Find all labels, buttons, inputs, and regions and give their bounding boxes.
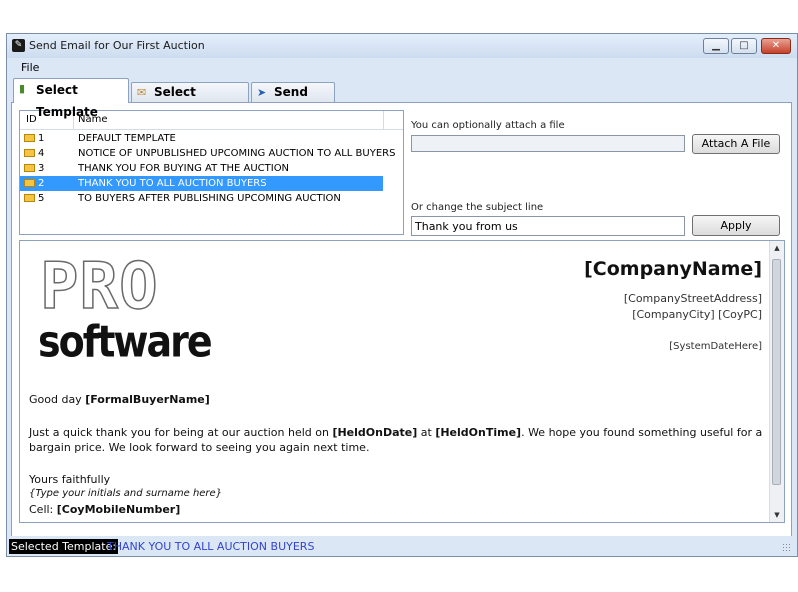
apply-button[interactable]: Apply	[692, 215, 780, 236]
list-item[interactable]: 3 THANK YOU FOR BUYING AT THE AUCTION	[20, 161, 403, 176]
resize-grip-icon[interactable]	[782, 543, 791, 552]
cell-line: Cell: [CoyMobileNumber]	[29, 503, 180, 516]
tab-send-mail[interactable]: ➤ Send Mail	[251, 82, 335, 118]
status-label: Selected Template:	[9, 539, 119, 554]
held-on-time-field: [HeldOnTime]	[435, 426, 522, 439]
attach-label: You can optionally attach a file	[411, 120, 565, 131]
row-id: 3	[38, 163, 45, 174]
row-name: THANK YOU TO ALL AUCTION BUYERS	[78, 178, 267, 189]
subject-input[interactable]: Thank you from us	[411, 216, 685, 236]
tab-select-recipients[interactable]: ✉ Select Recipients	[131, 82, 249, 118]
row-name: THANK YOU FOR BUYING AT THE AUCTION	[78, 163, 290, 174]
status-bar: Selected Template: THANK YOU TO ALL AUCT…	[7, 536, 797, 556]
row-id: 4	[38, 148, 45, 159]
logo-pro-text: PRO	[39, 249, 159, 325]
menu-file[interactable]: File	[21, 61, 39, 74]
list-item[interactable]: 5 TO BUYERS AFTER PUBLISHING UPCOMING AU…	[20, 191, 403, 206]
company-street: [CompanyStreetAddress]	[623, 292, 762, 305]
buyer-name-field: [FormalBuyerName]	[85, 393, 210, 406]
subject-label: Or change the subject line	[411, 202, 544, 213]
row-id: 1	[38, 133, 45, 144]
signature-hint: {Type your initials and surname here}	[29, 488, 223, 499]
envelope-icon	[24, 149, 35, 157]
envelope-icon	[24, 134, 35, 142]
maximize-button[interactable]: □	[731, 38, 757, 54]
paragraph-line-1: Just a quick thank you for being at our …	[29, 426, 762, 439]
envelope-icon	[24, 164, 35, 172]
people-icon: ✉	[137, 86, 147, 99]
company-name: [CompanyName]	[584, 258, 762, 280]
tab-label: Select Template	[36, 83, 98, 119]
app-icon: ✎	[12, 39, 25, 52]
row-name: NOTICE OF UNPUBLISHED UPCOMING AUCTION T…	[78, 148, 396, 159]
system-date: [SystemDateHere]	[669, 341, 762, 352]
list-item-selected[interactable]: 2 THANK YOU TO ALL AUCTION BUYERS	[20, 176, 383, 191]
row-id: 5	[38, 193, 45, 204]
attach-file-button[interactable]: Attach A File	[692, 134, 780, 154]
mobile-number-field: [CoyMobileNumber]	[56, 503, 181, 516]
scroll-down-icon[interactable]: ▼	[770, 508, 784, 522]
closing-text: Yours faithfully	[29, 473, 111, 486]
column-divider	[383, 111, 384, 129]
logo-software-text: software	[38, 316, 213, 367]
main-window: ✎ Send Email for Our First Auction ▁ □ ✕…	[6, 33, 798, 557]
tab-strip: ▮ Select Template ✉ Select Recipients ➤ …	[7, 78, 797, 119]
document-icon: ▮	[19, 82, 26, 95]
scroll-thumb[interactable]	[772, 259, 781, 485]
company-city: [CompanyCity] [CoyPC]	[632, 308, 762, 321]
status-selected-template: THANK YOU TO ALL AUCTION BUYERS	[107, 540, 315, 553]
greeting-text: Good day	[29, 393, 86, 406]
title-bar: ✎ Send Email for Our First Auction ▁ □ ✕	[7, 34, 797, 58]
menu-bar: File	[7, 58, 797, 78]
attach-file-field[interactable]	[411, 135, 685, 152]
row-name: TO BUYERS AFTER PUBLISHING UPCOMING AUCT…	[78, 193, 341, 204]
company-logo: PRO software	[38, 249, 213, 366]
tab-select-template[interactable]: ▮ Select Template	[13, 78, 129, 119]
close-button[interactable]: ✕	[761, 38, 791, 54]
held-on-date-field: [HeldOnDate]	[332, 426, 418, 439]
tab-page-select-template: ID Name 1 DEFAULT TEMPLATE 4 NOTICE OF U…	[11, 102, 792, 550]
cell-label: Cell:	[29, 503, 57, 516]
para-text: Just a quick thank you for being at our …	[29, 426, 333, 439]
window-title: Send Email for Our First Auction	[29, 39, 205, 52]
para-text: at	[417, 426, 436, 439]
row-name: DEFAULT TEMPLATE	[78, 133, 176, 144]
greeting-line: Good day [FormalBuyerName]	[29, 393, 210, 406]
email-preview[interactable]: PRO software [CompanyName] [CompanyStree…	[19, 240, 785, 523]
vertical-scrollbar[interactable]: ▲ ▼	[769, 241, 784, 522]
scroll-up-icon[interactable]: ▲	[770, 241, 784, 255]
para-text: . We hope you found something useful for…	[521, 426, 763, 439]
row-id: 2	[38, 178, 45, 189]
list-item[interactable]: 4 NOTICE OF UNPUBLISHED UPCOMING AUCTION…	[20, 146, 403, 161]
envelope-icon	[24, 194, 35, 202]
minimize-button[interactable]: ▁	[703, 38, 729, 54]
list-item[interactable]: 1 DEFAULT TEMPLATE	[20, 131, 403, 146]
send-icon: ➤	[257, 86, 267, 99]
envelope-icon	[24, 179, 35, 187]
template-list[interactable]: ID Name 1 DEFAULT TEMPLATE 4 NOTICE OF U…	[19, 110, 404, 235]
paragraph-line-2: bargain price. We look forward to seeing…	[29, 441, 370, 454]
